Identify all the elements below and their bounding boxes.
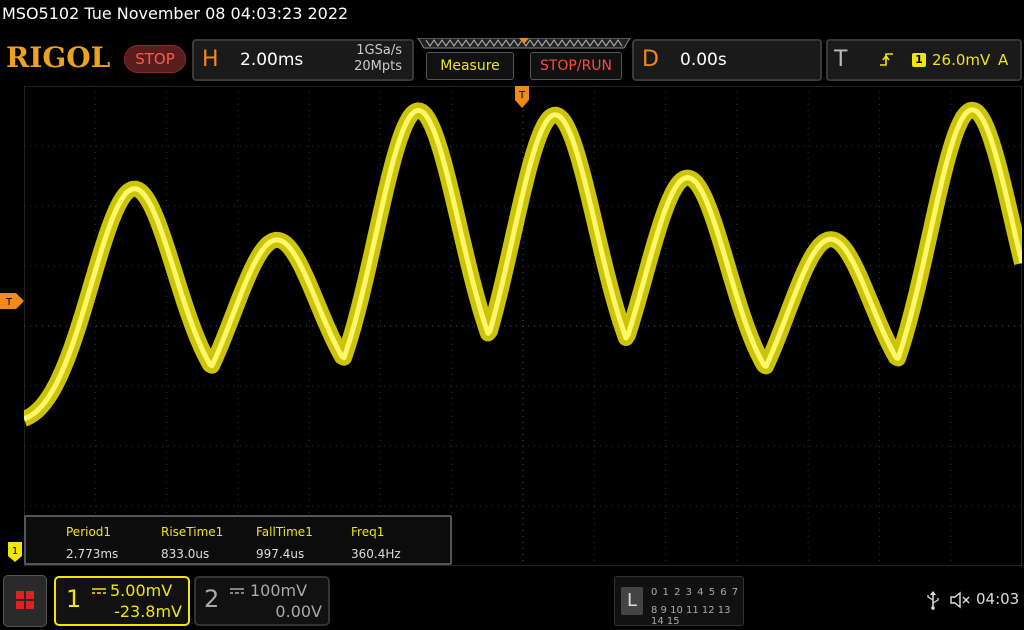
- channel1-offset-marker[interactable]: 1: [8, 542, 22, 562]
- digital-channels-row1: 0 1 2 3 4 5 6 7: [651, 587, 740, 598]
- waveform-display[interactable]: [24, 86, 1022, 566]
- channel2-scale: 100mV: [250, 581, 308, 600]
- measurement-item: FallTime1 997.4us: [256, 525, 313, 561]
- channel1-number: 1: [66, 585, 82, 613]
- measurement-value: 833.0us: [161, 547, 210, 561]
- delay-value: 0.00s: [680, 50, 727, 70]
- measurement-panel[interactable]: Period1 2.773ms RiseTime1 833.0us FallTi…: [24, 515, 452, 565]
- horizontal-panel[interactable]: H 2.00ms 1GSa/s 20Mpts: [192, 39, 414, 81]
- trigger-position-label: T: [518, 90, 526, 101]
- trigger-letter: T: [834, 47, 848, 72]
- run-status-badge[interactable]: STOP: [124, 45, 186, 73]
- channel2-offset: 0.00V: [275, 602, 322, 621]
- channel1-scale: 5.00mV: [110, 581, 173, 600]
- rigol-logo: RIGOL: [6, 41, 111, 74]
- measurement-item: Period1 2.773ms: [66, 525, 118, 561]
- measure-button[interactable]: Measure: [426, 52, 514, 80]
- delay-panel[interactable]: D 0.00s: [632, 39, 822, 81]
- memory-position-bar: [417, 38, 631, 49]
- measurement-item: Freq1 360.4Hz: [351, 525, 401, 561]
- delay-letter: D: [642, 47, 659, 72]
- horizontal-letter: H: [202, 47, 219, 72]
- logic-analyzer-letter: L: [621, 587, 643, 615]
- trigger-source-badge: 1: [912, 53, 926, 67]
- channel1-marker-label: 1: [12, 546, 18, 557]
- channel1-settings[interactable]: 1 5.00mV -23.8mV: [54, 576, 190, 626]
- trigger-position-marker[interactable]: T: [515, 86, 529, 108]
- timebase-value: 2.00ms: [240, 50, 304, 70]
- trigger-level-label: T: [5, 297, 13, 308]
- measurement-value: 997.4us: [256, 547, 305, 561]
- measurement-item: RiseTime1 833.0us: [161, 525, 223, 561]
- trigger-panel[interactable]: T 1 26.0mV A: [826, 39, 1022, 81]
- speaker-muted-icon[interactable]: [950, 591, 972, 609]
- channel2-settings[interactable]: 2 100mV 0.00V: [194, 576, 330, 626]
- home-menu-button[interactable]: [3, 575, 47, 627]
- trigger-level: 26.0mV: [932, 51, 991, 69]
- measurement-value: 360.4Hz: [351, 547, 401, 561]
- rising-edge-icon: [880, 53, 893, 66]
- trigger-mode: A: [998, 51, 1009, 69]
- measurement-name: Freq1: [351, 525, 385, 539]
- usb-icon: [927, 591, 939, 610]
- system-clock: 04:03: [976, 590, 1020, 608]
- channel2-number: 2: [204, 585, 220, 613]
- digital-channels-row2: 8 9 10 11 12 13 14 15: [651, 605, 731, 627]
- sample-rate: 1GSa/s: [356, 43, 402, 58]
- window-title: MSO5102 Tue November 08 04:03:23 2022: [2, 4, 349, 23]
- measurement-name: RiseTime1: [161, 525, 224, 539]
- memory-depth: 20Mpts: [354, 59, 402, 74]
- measurement-value: 2.773ms: [66, 547, 119, 561]
- grid-menu-icon: [16, 591, 34, 609]
- measurement-name: Period1: [66, 525, 112, 539]
- channel1-offset: -23.8mV: [114, 602, 182, 621]
- dc-coupling-icon: [92, 588, 106, 594]
- sample-rate-info: 1GSa/s 20Mpts: [344, 43, 402, 75]
- trigger-level-marker[interactable]: T: [0, 293, 24, 309]
- dc-coupling-icon: [230, 588, 244, 594]
- measurement-name: FallTime1: [256, 525, 313, 539]
- stop-run-button[interactable]: STOP/RUN: [530, 52, 622, 80]
- logic-analyzer-settings[interactable]: L 0 1 2 3 4 5 6 7 8 9 10 11 12 13 14 15: [614, 576, 744, 627]
